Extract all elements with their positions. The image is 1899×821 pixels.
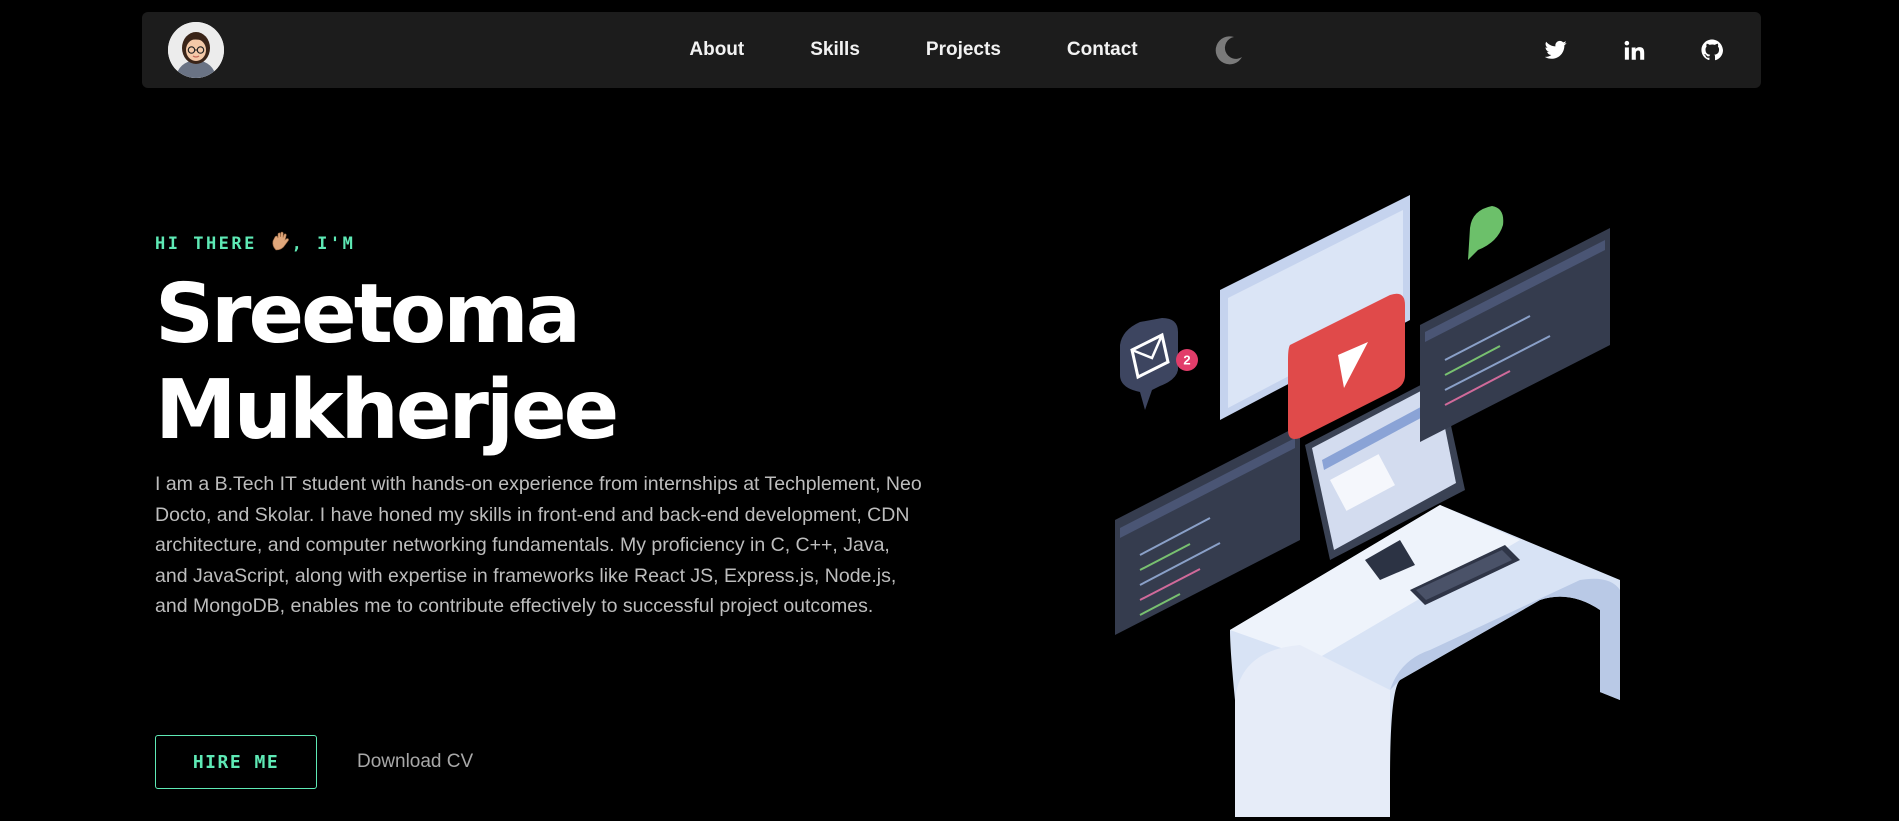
nav-link-skills[interactable]: Skills [810,39,860,61]
linkedin-icon[interactable] [1621,37,1647,63]
hero-illustration: 2 [1100,180,1640,817]
github-icon[interactable] [1699,37,1725,63]
nav-link-projects[interactable]: Projects [926,39,1001,61]
hero-name: Sreetoma Mukherjee [155,267,945,459]
nav-link-about[interactable]: About [689,39,744,61]
name-first: Sreetoma [155,267,581,362]
hero-bio: I am a B.Tech IT student with hands-on e… [155,473,922,617]
notification-count: 2 [1183,353,1190,368]
hero: HI THERE , I'M Sreetoma Mukherjee I am a… [155,230,945,622]
download-cv-link[interactable]: Download CV [357,751,473,773]
waving-hand-icon [270,230,292,257]
name-last: Mukherjee [155,363,619,458]
avatar[interactable] [168,22,224,78]
twitter-icon[interactable] [1543,37,1569,63]
navbar: About Skills Projects Contact [142,12,1761,88]
hire-me-button[interactable]: HIRE ME [155,735,317,789]
social-links [1491,12,1725,88]
greeting-suffix: , I'M [291,234,356,254]
nav-link-contact[interactable]: Contact [1067,39,1138,61]
greeting: HI THERE , I'M [155,230,945,257]
hero-actions: HIRE ME Download CV [155,735,473,789]
greeting-text: HI THERE [155,234,257,254]
moon-icon[interactable] [1211,32,1247,68]
